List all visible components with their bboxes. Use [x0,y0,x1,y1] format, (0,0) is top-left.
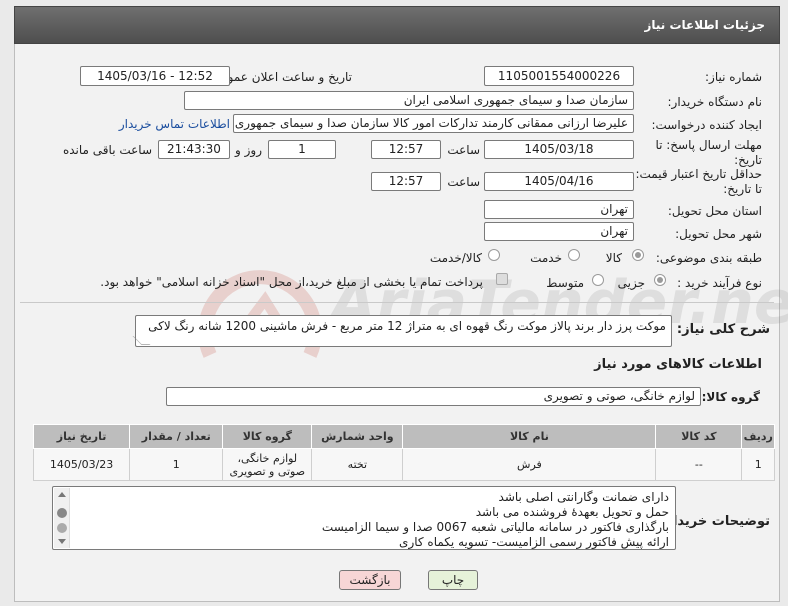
scroll-thumb-icon[interactable] [57,523,67,533]
page-title: جزئیات اطلاعات نیاز [644,18,765,32]
category-radio-goods[interactable] [632,249,644,261]
description-field: موکت پرز دار برند پالاز موکت رنگ قهوه ای… [135,315,672,347]
buyer-org-label: نام دستگاه خریدار: [667,95,763,109]
goods-table: ردیف کد کالا نام کالا واحد شمارش گروه کا… [32,424,775,481]
col-row: ردیف [741,424,775,449]
validity-date-field: 1405/04/16 [484,172,634,191]
table-row: 1 -- فرش تخته لوازم خانگی، صوتی و تصویری… [32,448,775,481]
description-label: شرح کلی نیاز: [676,322,770,337]
cell-name: فرش [402,448,657,481]
province-field: تهران [484,200,634,219]
validity-time-field: 12:57 [371,172,441,191]
buyer-notes-box[interactable]: دارای ضمانت وگارانتی اصلی باشد حمل و تحو… [52,486,676,550]
buyer-note-line: ارائه پیش فاکتور رسمی الزامیست- تسویه یک… [399,535,669,549]
col-code: کد کالا [655,424,743,449]
process-label: نوع فرآیند خرید : [677,276,762,290]
scroll-down-icon[interactable] [58,539,66,544]
process-option-medium: متوسط [546,276,584,290]
category-label: طبقه بندی موضوعی: [655,251,762,265]
notes-scrollbar[interactable] [54,488,70,548]
goods-group-label: گروه کالا: [701,390,760,404]
category-radio-service[interactable] [568,249,580,261]
buyer-note-line: حمل و تحویل بعهدهٔ فروشنده می باشد [475,505,669,519]
buyer-notes-label: توضیحات خریدار: [660,514,770,529]
buyer-org-field: سازمان صدا و سیمای جمهوری اسلامی ایران [184,91,634,110]
process-radio-minor[interactable] [654,274,666,286]
category-option-goods: کالا [605,251,622,265]
category-option-goods-service: کالا/خدمت [429,251,482,265]
scroll-thumb-icon[interactable] [57,508,67,518]
print-button[interactable]: چاپ [428,570,478,590]
back-button[interactable]: بازگشت [339,570,401,590]
reply-time-label: ساعت [447,143,480,157]
buyer-note-line: بارگذاری فاکتور در سامانه مالیاتی شعبه 0… [321,520,669,534]
cell-unit: تخته [311,448,404,481]
col-qty: تعداد / مقدار [129,424,224,449]
cell-row: 1 [741,448,775,481]
col-group: گروه کالا [222,424,313,449]
reply-time-field: 12:57 [371,140,441,159]
cell-group-line2: صوتی و تصویری [229,464,306,478]
contact-buyer-link[interactable]: اطلاعات تماس خریدار [119,117,230,131]
city-field: تهران [484,222,634,241]
col-unit: واحد شمارش [311,424,404,449]
need-number-field: 1105001554000226 [484,66,634,86]
goods-section-title: اطلاعات کالاهای مورد نیاز [594,357,762,372]
validity-time-label: ساعت [447,175,480,189]
treasury-payment-note: پرداخت تمام یا بخشی از مبلغ خرید،از محل … [100,275,483,289]
cell-qty: 1 [129,448,224,481]
cell-group: لوازم خانگی، صوتی و تصویری [222,448,313,481]
reply-date-field: 1405/03/18 [484,140,634,159]
creator-label: ایجاد کننده درخواست: [651,118,762,132]
buyer-notes-text: دارای ضمانت وگارانتی اصلی باشد حمل و تحو… [322,490,669,550]
days-label: روز و [235,143,262,157]
announce-field: 1405/03/16 - 12:52 [80,66,230,86]
validity-label: حداقل تاریخ اعتبار قیمت: تا تاریخ: [635,167,762,196]
scroll-up-icon[interactable] [58,492,66,497]
process-option-minor: جزیی [617,276,645,290]
remaining-label: ساعت باقی مانده [62,143,152,157]
reply-deadline-label: مهلت ارسال پاسخ: تا تاریخ: [655,138,762,167]
treasury-payment-checkbox[interactable] [496,273,508,285]
need-number-label: شماره نیاز: [705,70,762,84]
section-divider [20,302,774,303]
province-label: استان محل تحویل: [667,204,762,218]
goods-group-field: لوازم خانگی، صوتی و تصویری [166,387,701,406]
days-field: 1 [268,140,336,159]
cell-code: -- [655,448,743,481]
page-header: جزئیات اطلاعات نیاز [14,6,780,44]
process-radio-medium[interactable] [592,274,604,286]
city-label: شهر محل تحویل: [675,227,762,241]
col-date: تاریخ نیاز [32,424,131,449]
remaining-time-field: 21:43:30 [158,140,230,159]
category-radio-goods-service[interactable] [488,249,500,261]
category-option-service: خدمت [530,251,562,265]
buyer-note-line: دارای ضمانت وگارانتی اصلی باشد [498,490,669,504]
cell-date: 1405/03/23 [32,448,131,481]
cell-group-line1: لوازم خانگی، [237,451,298,465]
creator-field: علیرضا ارزانی ممقانی کارمند تدارکات امور… [233,114,634,133]
col-name: نام کالا [402,424,657,449]
goods-table-header: ردیف کد کالا نام کالا واحد شمارش گروه کا… [32,424,775,449]
